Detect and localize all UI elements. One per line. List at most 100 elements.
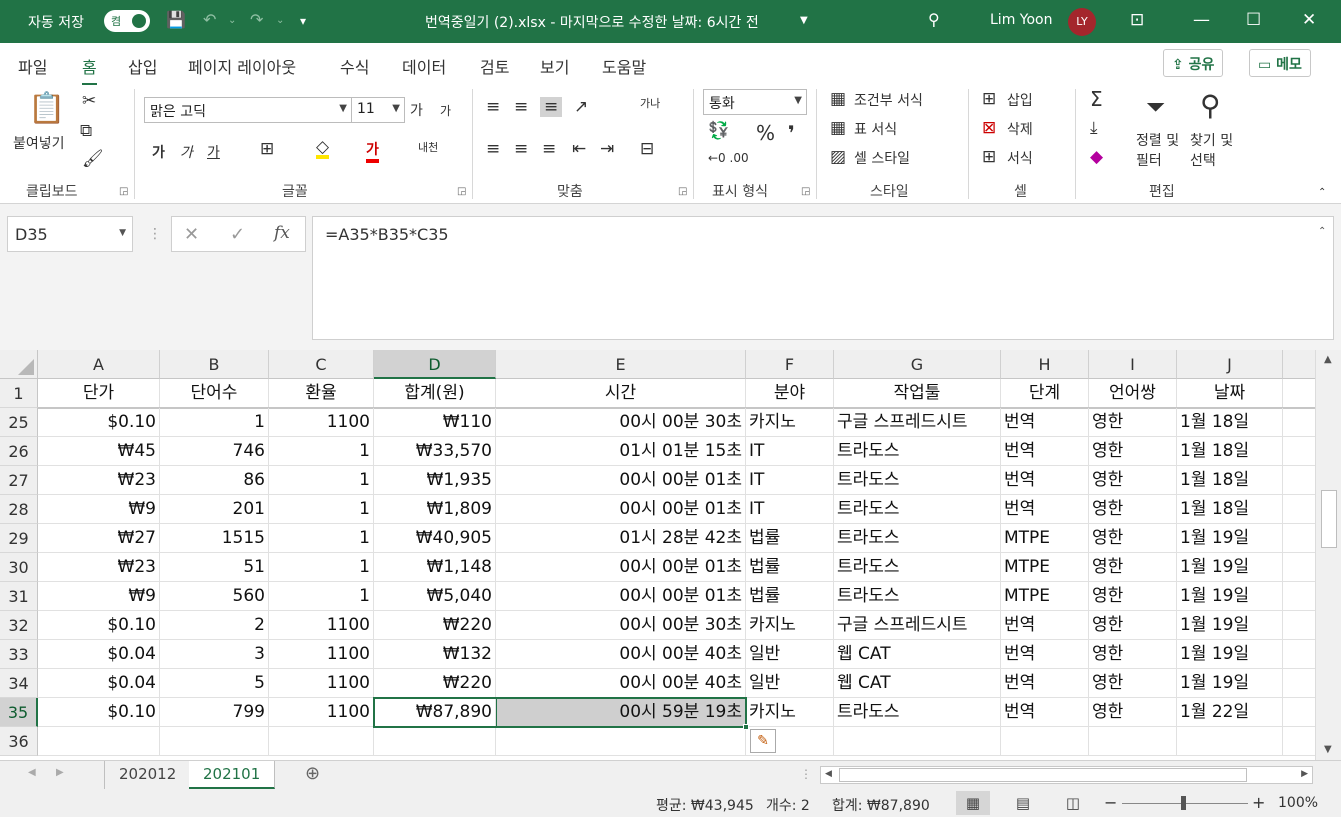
- cell-h31[interactable]: MTPE: [1001, 582, 1089, 611]
- column-header-e[interactable]: E: [496, 350, 746, 379]
- prev-sheet-icon[interactable]: ◀: [28, 767, 36, 778]
- cell-c31[interactable]: 1: [269, 582, 374, 611]
- italic-button[interactable]: 가: [180, 142, 193, 162]
- row-header-36[interactable]: 36: [0, 727, 38, 756]
- ribbon-display-icon[interactable]: ⊡: [1130, 10, 1144, 30]
- underline-button[interactable]: 가: [207, 142, 220, 162]
- delete-cells-button[interactable]: 삭제: [1007, 119, 1033, 139]
- cell-d31[interactable]: ₩5,040: [374, 582, 496, 611]
- align-center-icon[interactable]: ≡: [514, 139, 528, 159]
- cell-b31[interactable]: 560: [160, 582, 269, 611]
- header-cell[interactable]: 작업툴: [834, 379, 1001, 408]
- row-header-29[interactable]: 29: [0, 524, 38, 553]
- cell-a27[interactable]: ₩23: [38, 466, 160, 495]
- cell-a30[interactable]: ₩23: [38, 553, 160, 582]
- cell-a31[interactable]: ₩9: [38, 582, 160, 611]
- header-cell[interactable]: 시간: [496, 379, 746, 408]
- insert-function-icon[interactable]: fx: [274, 223, 290, 243]
- format-cells-button[interactable]: 서식: [1007, 148, 1033, 168]
- cell-g29[interactable]: 트라도스: [834, 524, 1001, 553]
- cell-i33[interactable]: 영한: [1089, 640, 1177, 669]
- tab-formulas[interactable]: 수식: [340, 54, 369, 78]
- header-cell[interactable]: 단어수: [160, 379, 269, 408]
- cell-g36[interactable]: [834, 727, 1001, 756]
- delete-cells-icon[interactable]: ⊠: [982, 118, 996, 138]
- avatar[interactable]: LY: [1068, 8, 1096, 36]
- quick-analysis-icon[interactable]: ✎: [750, 729, 776, 753]
- column-header-b[interactable]: B: [160, 350, 269, 379]
- overflow-cell[interactable]: [1283, 698, 1315, 727]
- cell-g25[interactable]: 구글 스프레드시트: [834, 408, 1001, 437]
- comma-style-icon[interactable]: ❜: [788, 121, 795, 145]
- tab-page-layout[interactable]: 페이지 레이아웃: [188, 54, 296, 78]
- bold-button[interactable]: 가: [152, 142, 165, 162]
- zoom-in-icon[interactable]: +: [1252, 793, 1265, 812]
- cancel-icon[interactable]: ✕: [184, 224, 199, 245]
- fill-icon[interactable]: ⤓: [1090, 118, 1098, 138]
- cell-g31[interactable]: 트라도스: [834, 582, 1001, 611]
- scroll-up-icon[interactable]: ▲: [1324, 354, 1332, 365]
- cell-i36[interactable]: [1089, 727, 1177, 756]
- borders-icon[interactable]: ⊞: [260, 139, 274, 159]
- cell-j28[interactable]: 1월 18일: [1177, 495, 1283, 524]
- cell-i28[interactable]: 영한: [1089, 495, 1177, 524]
- undo-icon[interactable]: ↶: [203, 10, 216, 29]
- cell-b36[interactable]: [160, 727, 269, 756]
- tab-view[interactable]: 보기: [540, 54, 569, 78]
- cell-b29[interactable]: 1515: [160, 524, 269, 553]
- collapse-formula-icon[interactable]: ⌃: [1318, 226, 1326, 237]
- cell-d27[interactable]: ₩1,935: [374, 466, 496, 495]
- tab-file[interactable]: 파일: [18, 54, 47, 78]
- cell-b27[interactable]: 86: [160, 466, 269, 495]
- number-launcher-icon[interactable]: ◲: [801, 186, 810, 197]
- sheet-tab-202012[interactable]: 202012: [104, 761, 192, 789]
- font-launcher-icon[interactable]: ◲: [457, 186, 466, 197]
- column-header-j[interactable]: J: [1177, 350, 1283, 379]
- alignment-launcher-icon[interactable]: ◲: [678, 186, 687, 197]
- cell-j27[interactable]: 1월 18일: [1177, 466, 1283, 495]
- search-icon[interactable]: ⚲: [928, 10, 940, 29]
- cell-h34[interactable]: 번역: [1001, 669, 1089, 698]
- cell-e32[interactable]: 00시 00분 30초: [496, 611, 746, 640]
- conditional-format-button[interactable]: 조건부 서식: [854, 90, 923, 110]
- wrap-text-icon[interactable]: 가나: [640, 95, 660, 111]
- close-icon[interactable]: ✕: [1302, 10, 1316, 30]
- cell-h29[interactable]: MTPE: [1001, 524, 1089, 553]
- row-header-26[interactable]: 26: [0, 437, 38, 466]
- cell-f33[interactable]: 일반: [746, 640, 834, 669]
- grow-font-button[interactable]: 가: [410, 100, 423, 120]
- cut-icon[interactable]: ✂: [82, 91, 96, 111]
- row-header-35[interactable]: 35: [0, 698, 38, 727]
- cell-d26[interactable]: ₩33,570: [374, 437, 496, 466]
- column-header-i[interactable]: I: [1089, 350, 1177, 379]
- cell-e35[interactable]: 00시 59분 19초: [496, 698, 746, 727]
- collapse-ribbon-icon[interactable]: ⌃: [1318, 187, 1326, 198]
- increase-indent-icon[interactable]: ⇥: [600, 139, 614, 159]
- cell-a33[interactable]: $0.04: [38, 640, 160, 669]
- conditional-format-icon[interactable]: ▦: [830, 89, 846, 109]
- cell-b28[interactable]: 201: [160, 495, 269, 524]
- cell-a35[interactable]: $0.10: [38, 698, 160, 727]
- cell-c34[interactable]: 1100: [269, 669, 374, 698]
- column-header-h[interactable]: H: [1001, 350, 1089, 379]
- scroll-down-icon[interactable]: ▼: [1324, 744, 1332, 755]
- cell-e30[interactable]: 00시 00분 01초: [496, 553, 746, 582]
- cell-i26[interactable]: 영한: [1089, 437, 1177, 466]
- tab-insert[interactable]: 삽입: [128, 54, 157, 78]
- cell-b34[interactable]: 5: [160, 669, 269, 698]
- cell-h30[interactable]: MTPE: [1001, 553, 1089, 582]
- autosum-icon[interactable]: Σ: [1090, 87, 1103, 111]
- accounting-format-icon[interactable]: 💱: [708, 121, 729, 141]
- cell-b35[interactable]: 799: [160, 698, 269, 727]
- cell-g33[interactable]: 웹 CAT: [834, 640, 1001, 669]
- paste-label[interactable]: 붙여넣기: [13, 133, 65, 153]
- cell-g35[interactable]: 트라도스: [834, 698, 1001, 727]
- overflow-cell[interactable]: [1283, 669, 1315, 698]
- cell-h32[interactable]: 번역: [1001, 611, 1089, 640]
- drag-handle-icon[interactable]: ⋮: [148, 226, 162, 242]
- cell-j32[interactable]: 1월 19일: [1177, 611, 1283, 640]
- cell-f29[interactable]: 법률: [746, 524, 834, 553]
- cell-h35[interactable]: 번역: [1001, 698, 1089, 727]
- row-header-27[interactable]: 27: [0, 466, 38, 495]
- page-break-view-icon[interactable]: ◫: [1056, 791, 1090, 815]
